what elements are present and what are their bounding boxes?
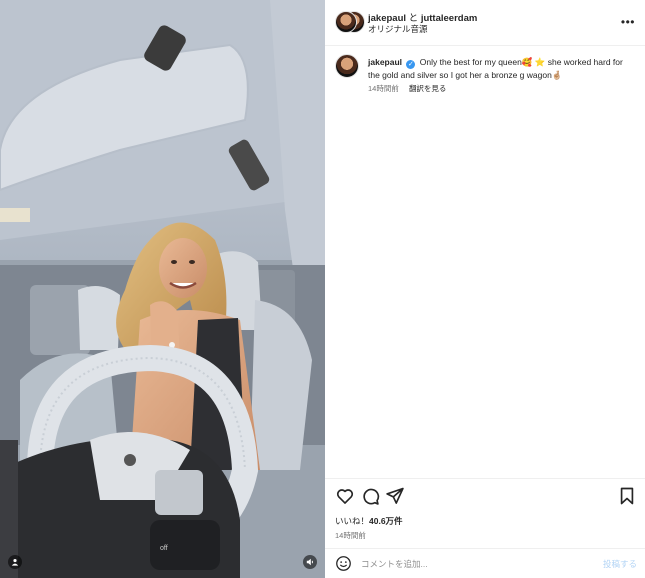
post-media[interactable]: off	[0, 0, 325, 578]
likes-count[interactable]: いいね！40.6万件	[335, 515, 403, 527]
avatar[interactable]	[335, 54, 359, 78]
action-bar	[325, 486, 645, 508]
post-header: jakepaul と juttaleerdam オリジナル音源 •••	[325, 0, 645, 45]
caption-meta: 14時間前 翻訳を見る	[368, 83, 446, 94]
audio-link[interactable]: オリジナル音源	[368, 23, 428, 35]
bookmark-icon[interactable]	[617, 486, 637, 506]
paper-plane-icon[interactable]	[385, 486, 405, 506]
comment-composer: 投稿する	[325, 550, 645, 578]
emoji-icon[interactable]	[335, 555, 352, 572]
more-horizontal-icon[interactable]: •••	[621, 15, 635, 29]
caption-time: 14時間前	[368, 84, 399, 93]
caption-username[interactable]: jakepaul	[368, 57, 402, 67]
heart-icon[interactable]	[335, 486, 355, 506]
comment-input[interactable]	[361, 557, 581, 571]
likes-number: 40.6万件	[369, 516, 403, 526]
divider	[325, 548, 645, 549]
divider	[325, 478, 645, 479]
divider	[325, 45, 645, 46]
post-timestamp: 14時間前	[335, 531, 366, 540]
caption-text-block: jakepaul ✓ Only the best for my queen🥰 ⭐…	[368, 56, 633, 82]
post-authors: jakepaul と juttaleerdam	[368, 10, 477, 24]
svg-text:off: off	[160, 545, 168, 552]
comment-icon[interactable]	[360, 486, 380, 506]
coauthor-link[interactable]: juttaleerdam	[421, 13, 478, 24]
verified-badge-icon: ✓	[406, 60, 416, 69]
mute-toggle-icon[interactable]	[303, 555, 317, 569]
translate-link[interactable]: 翻訳を見る	[409, 84, 447, 93]
user-tag-icon[interactable]	[8, 555, 22, 569]
post-video-frame: off	[0, 0, 325, 578]
avatar[interactable]	[335, 11, 357, 33]
likes-label: いいね！	[335, 516, 370, 526]
post-comment-button[interactable]: 投稿する	[603, 558, 637, 570]
post-details-panel: jakepaul と juttaleerdam オリジナル音源 ••• jake…	[325, 0, 645, 578]
